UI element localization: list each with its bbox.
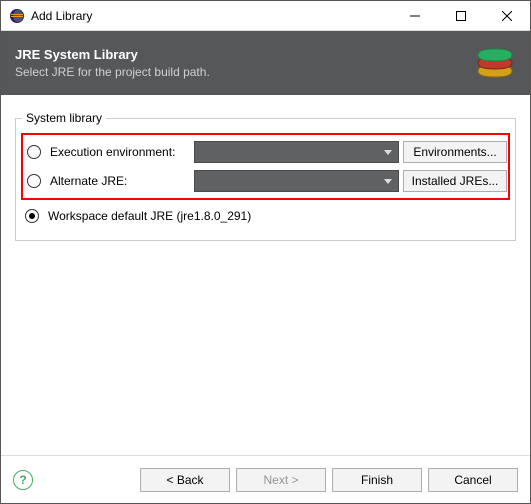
cancel-button[interactable]: Cancel [428,468,518,492]
group-legend: System library [22,111,106,125]
workspace-default-row: Workspace default JRE (jre1.8.0_291) [22,203,509,229]
workspace-default-label: Workspace default JRE (jre1.8.0_291) [48,209,251,223]
installed-jres-button[interactable]: Installed JREs... [403,170,507,192]
finish-button[interactable]: Finish [332,468,422,492]
execution-environment-label: Execution environment: [50,145,190,159]
execution-environment-combo[interactable] [194,141,399,163]
eclipse-icon [9,8,25,24]
help-icon[interactable]: ? [13,470,33,490]
minimize-button[interactable] [392,1,438,31]
library-icon [470,37,520,90]
alternate-jre-row: Alternate JRE: Installed JREs... [24,168,507,194]
back-button[interactable]: < Back [140,468,230,492]
alternate-jre-combo[interactable] [194,170,399,192]
alternate-jre-radio[interactable] [27,174,41,188]
window-title: Add Library [31,9,392,23]
wizard-header: JRE System Library Select JRE for the pr… [1,31,530,95]
execution-environment-radio[interactable] [27,145,41,159]
button-bar: ? < Back Next > Finish Cancel [1,455,530,503]
system-library-group: System library Execution environment: En… [15,111,516,241]
workspace-default-radio[interactable] [25,209,39,223]
page-title: JRE System Library [15,47,210,62]
environments-button[interactable]: Environments... [403,141,507,163]
close-button[interactable] [484,1,530,31]
next-button: Next > [236,468,326,492]
titlebar: Add Library [1,1,530,31]
content-area: System library Execution environment: En… [1,95,530,455]
maximize-button[interactable] [438,1,484,31]
alternate-jre-label: Alternate JRE: [50,174,190,188]
page-subtitle: Select JRE for the project build path. [15,65,210,79]
highlight-box: Execution environment: Environments... A… [21,133,510,200]
execution-environment-row: Execution environment: Environments... [24,139,507,165]
